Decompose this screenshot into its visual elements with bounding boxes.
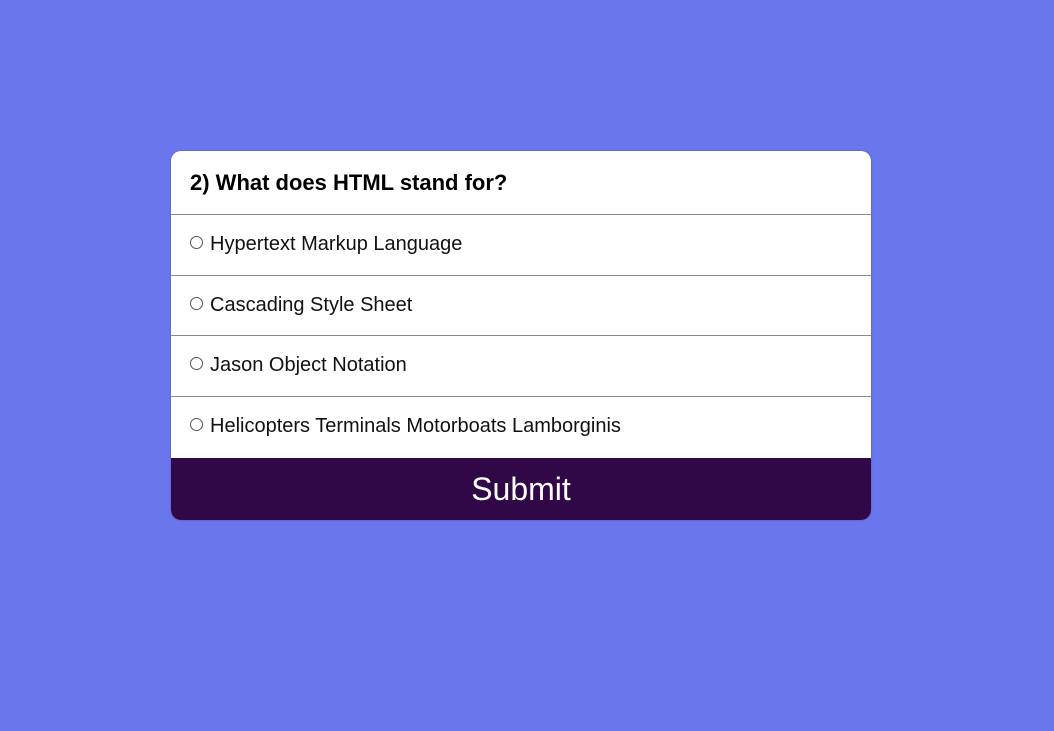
answer-label: Helicopters Terminals Motorboats Lamborg…: [210, 415, 621, 438]
submit-button[interactable]: Submit: [171, 458, 871, 520]
radio-button[interactable]: [190, 418, 203, 432]
answer-option-3[interactable]: Jason Object Notation: [171, 336, 871, 397]
radio-button[interactable]: [190, 236, 203, 250]
answer-label: Cascading Style Sheet: [210, 293, 413, 316]
answer-option-1[interactable]: Hypertext Markup Language: [171, 215, 871, 276]
question-title: 2) What does HTML stand for?: [171, 151, 871, 215]
radio-button[interactable]: [190, 296, 203, 310]
answer-label: Jason Object Notation: [210, 354, 407, 377]
quiz-card: 2) What does HTML stand for? Hypertext M…: [171, 151, 871, 520]
answer-option-4[interactable]: Helicopters Terminals Motorboats Lamborg…: [171, 397, 871, 458]
answer-option-2[interactable]: Cascading Style Sheet: [171, 276, 871, 336]
radio-button[interactable]: [190, 357, 203, 371]
answer-label: Hypertext Markup Language: [210, 233, 463, 256]
